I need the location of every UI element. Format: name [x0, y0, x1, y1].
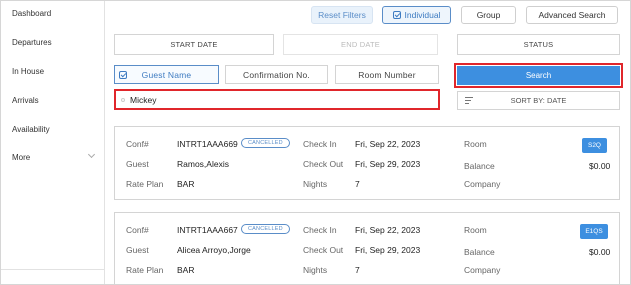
sort-by-label: SORT BY: DATE: [510, 96, 567, 105]
reservation-card[interactable]: Conf# INTRT1AAA667 CANCELLED Guest Alice…: [114, 212, 620, 284]
check-out-value: Fri, Sep 29, 2023: [355, 245, 421, 255]
confirmation-option[interactable]: Confirmation No.: [225, 65, 328, 84]
balance-label: Balance: [464, 161, 495, 171]
company-label: Company: [464, 265, 501, 275]
balance-label: Balance: [464, 247, 495, 257]
rate-plan-label: Rate Plan: [126, 179, 164, 189]
sort-by-dropdown[interactable]: SORT BY: DATE: [457, 91, 620, 110]
advanced-search-button[interactable]: Advanced Search: [526, 6, 618, 24]
sidebar-item-departures[interactable]: Departures: [12, 38, 52, 47]
conf-value: INTRT1AAA667: [177, 225, 238, 235]
sidebar-divider: [1, 269, 105, 270]
reservation-card[interactable]: Conf# INTRT1AAA669 CANCELLED Guest Ramos…: [114, 126, 620, 200]
status-label: STATUS: [523, 40, 554, 49]
status-field[interactable]: STATUS: [457, 34, 620, 55]
status-badge: CANCELLED: [241, 138, 290, 148]
guest-name-option[interactable]: Guest Name: [114, 65, 219, 84]
guest-label: Guest: [126, 159, 149, 169]
guest-value: Alicea Arroyo,Jorge: [177, 245, 251, 255]
guest-value: Ramos,Alexis: [177, 159, 229, 169]
conf-value: INTRT1AAA669: [177, 139, 238, 149]
check-in-value: Fri, Sep 22, 2023: [355, 225, 421, 235]
check-out-value: Fri, Sep 29, 2023: [355, 159, 421, 169]
room-label: Room: [464, 225, 487, 235]
room-number-label: Room Number: [358, 69, 416, 80]
balance-value: $0.00: [589, 161, 611, 171]
guest-label: Guest: [126, 245, 149, 255]
check-out-label: Check Out: [303, 245, 344, 255]
check-icon: [119, 71, 127, 79]
reset-filters-label: Reset Filters: [318, 10, 366, 20]
check-out-label: Check Out: [303, 159, 344, 169]
conf-label: Conf#: [126, 225, 149, 235]
rate-plan-label: Rate Plan: [126, 265, 164, 275]
advanced-search-label: Advanced Search: [538, 10, 606, 20]
start-date-label: START DATE: [170, 40, 218, 49]
nights-label: Nights: [303, 265, 328, 275]
end-date-label: END DATE: [341, 40, 380, 49]
room-label: Room: [464, 139, 487, 149]
sort-icon: [465, 97, 473, 105]
group-label: Group: [476, 10, 501, 20]
sidebar-item-dashboard[interactable]: Dashboard: [12, 9, 51, 18]
conf-label: Conf#: [126, 139, 149, 149]
nights-value: 7: [355, 179, 360, 189]
nights-label: Nights: [303, 179, 328, 189]
search-input[interactable]: Mickey: [114, 89, 440, 110]
group-button[interactable]: Group: [461, 6, 516, 24]
guest-name-label: Guest Name: [141, 69, 192, 80]
individual-toggle[interactable]: Individual: [382, 6, 451, 24]
end-date-field[interactable]: END DATE: [283, 34, 438, 55]
sidebar-item-arrivals[interactable]: Arrivals: [12, 96, 39, 105]
check-in-label: Check In: [303, 139, 337, 149]
chevron-down-icon[interactable]: [87, 150, 96, 159]
confirmation-label: Confirmation No.: [243, 69, 310, 80]
sidebar-item-availability[interactable]: Availability: [12, 125, 50, 134]
search-input-value: Mickey: [130, 95, 157, 105]
status-badge: CANCELLED: [241, 224, 290, 234]
sidebar-item-more[interactable]: More: [12, 153, 30, 162]
company-label: Company: [464, 179, 501, 189]
rate-plan-value: BAR: [177, 265, 195, 275]
room-number-option[interactable]: Room Number: [335, 65, 439, 84]
reset-filters-button[interactable]: Reset Filters: [311, 6, 373, 24]
individual-label: Individual: [404, 10, 441, 20]
check-in-value: Fri, Sep 22, 2023: [355, 139, 421, 149]
check-in-label: Check In: [303, 225, 337, 235]
start-date-field[interactable]: START DATE: [114, 34, 274, 55]
rate-plan-value: BAR: [177, 179, 195, 189]
check-icon: [392, 11, 401, 19]
nights-value: 7: [355, 265, 360, 275]
sidebar: Dashboard Departures In House Arrivals A…: [1, 1, 105, 284]
room-button[interactable]: E1QS: [580, 224, 608, 239]
balance-value: $0.00: [589, 247, 611, 257]
radio-icon: [121, 98, 125, 102]
sidebar-item-in-house[interactable]: In House: [12, 67, 44, 76]
search-button-highlight: [454, 63, 623, 88]
room-button[interactable]: S2Q: [582, 138, 607, 153]
